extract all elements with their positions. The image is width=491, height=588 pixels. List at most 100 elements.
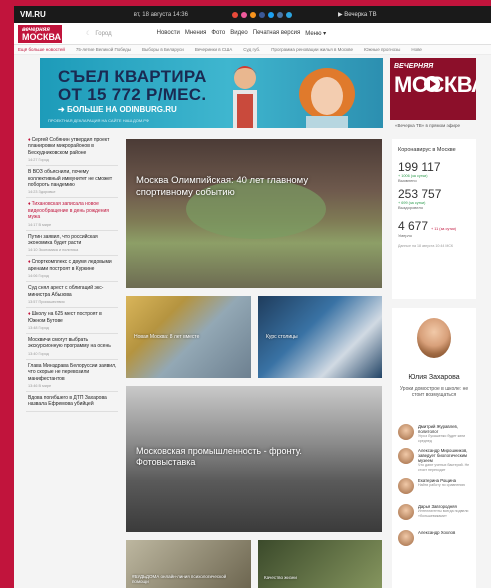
news-item[interactable]: ♦Тихановская записала новое видеообращен…: [26, 198, 118, 231]
vecherka-tv-link[interactable]: ▶ Вечерка ТВ: [338, 11, 377, 18]
news-headline-text: Тихановская записала новое видеообращени…: [28, 201, 110, 221]
tile-title: Новая Москва: 8 лет вместе: [134, 334, 200, 340]
tag-item[interactable]: Ещё больше новостей: [18, 47, 65, 52]
vecherka-tv-label: Вечерка ТВ: [344, 12, 377, 18]
main-story[interactable]: Москва Олимпийская: 40 лет главному спор…: [126, 139, 382, 288]
vecherka-tv-player[interactable]: ВЕЧЕРНЯЯ МОСКВА: [390, 58, 476, 120]
news-headline-text: Школу на 625 мест построят в Южном Бутов…: [28, 311, 102, 324]
nav-opinions[interactable]: Мнения: [185, 30, 207, 37]
vk-icon[interactable]: [276, 11, 283, 18]
tag-item[interactable]: Нове: [411, 47, 422, 52]
twitter-icon[interactable]: [267, 11, 274, 18]
news-headline-text: В ВОЗ объяснили, почему коллективный имм…: [28, 169, 113, 189]
news-meta: 13:57 Происшествия: [28, 300, 65, 305]
photo-story-title: Московская промышленность - фронту. Фото…: [136, 446, 302, 467]
columnists-widget: Юлия Захарова Уроки домострое в школе: н…: [392, 308, 476, 588]
city-selector[interactable]: ☾ Город: [86, 30, 112, 37]
avatar: [398, 424, 414, 440]
news-item[interactable]: Москвичи смогут выбрать экскурсионную пр…: [26, 334, 118, 360]
photo-exhibition-story[interactable]: Московская промышленность - фронту. Фото…: [126, 386, 382, 532]
story-tile-quality[interactable]: Качество жизни: [258, 540, 382, 588]
story-tile-capital[interactable]: Курс столицы: [258, 296, 382, 378]
news-meta: 14:17 В мире: [28, 222, 52, 227]
moon-icon: ☾: [86, 31, 92, 37]
news-headline: Глава Минздрава Белоруссии заявил, что с…: [28, 363, 118, 382]
tag-item[interactable]: Вечеринки в США: [195, 47, 232, 52]
columnist-name[interactable]: Юлия Захарова: [392, 374, 476, 381]
news-headline: ♦Тихановская записала новое видеообращен…: [28, 201, 118, 220]
story-tile-new-moscow[interactable]: Новая Москва: 8 лет вместе: [126, 296, 251, 378]
covid-recovered-label: Выздоровело: [398, 205, 424, 210]
avatar[interactable]: [417, 318, 451, 358]
columnist-item[interactable]: Александр Хохлов: [398, 530, 474, 546]
columnist-item-name: Александр Мирошников, заведует биологиче…: [418, 448, 468, 463]
columnist-quote[interactable]: Уроки домострое в школе: не стоит возмущ…: [398, 386, 470, 398]
facebook-icon[interactable]: [258, 11, 265, 18]
news-meta: 14:23 Здоровье: [28, 190, 56, 195]
nav-photo[interactable]: Фото: [211, 30, 225, 37]
main-story-title: Москва Олимпийская: 40 лет главному спор…: [136, 175, 309, 198]
play-icon[interactable]: [424, 76, 440, 92]
news-headline: Москвичи смогут выбрать экскурсионную пр…: [28, 337, 118, 350]
nav-news[interactable]: Новости: [157, 30, 180, 37]
instagram-icon[interactable]: [240, 11, 247, 18]
avatar: [398, 530, 414, 546]
vm-tv-caption[interactable]: «Вечерка ТВ» в прямом эфире: [395, 123, 460, 128]
covid-cases-label: Выявлено: [398, 178, 417, 183]
ad-person-image: [233, 66, 257, 128]
chevron-down-icon: ▾: [323, 31, 327, 37]
news-headline: Вдова погибшего в ДТП Захарова назвала Е…: [28, 395, 118, 408]
news-headline: Путин заявил, что российская экономика б…: [28, 234, 118, 247]
ad-banner[interactable]: СЪЕЛ КВАРТИРА ОТ 15 772 Р/МЕС. ➜ БОЛЬШЕ …: [40, 58, 383, 128]
ok-icon[interactable]: [249, 11, 256, 18]
story-tile-stay-home[interactable]: #БУДЬДОМА онлайн-линия психологической п…: [126, 540, 251, 588]
news-item[interactable]: ♦Спорткомплекс с двумя ледовыми аренами …: [26, 256, 118, 283]
tag-item[interactable]: Программа реновации жилья в Москве: [271, 47, 353, 52]
tag-item[interactable]: Суд губ.: [243, 47, 260, 52]
tag-item[interactable]: 75-летие Великой Победы: [76, 47, 131, 52]
avatar: [398, 504, 414, 520]
news-meta: 14:06 Город: [28, 274, 49, 279]
news-item[interactable]: Глава Минздрава Белоруссии заявил, что с…: [26, 360, 118, 392]
news-item[interactable]: ♦Школу на 625 мест построят в Южном Буто…: [26, 308, 118, 334]
covid-recovered: 253 757: [398, 187, 442, 201]
nav-menu-label: Меню: [305, 31, 322, 37]
columnist-item[interactable]: Дмитрий Журавлев, политолог Угроз Лукашен…: [398, 424, 474, 443]
tag-item[interactable]: Южные прогнозы: [364, 47, 400, 52]
news-item[interactable]: Вдова погибшего в ДТП Захарова назвала Е…: [26, 392, 118, 412]
bookmark-icon: ♦: [28, 311, 31, 318]
news-feed: ♦ Сергей Собянин утвердил проект планиров…: [26, 134, 118, 412]
news-item[interactable]: Путин заявил, что российская экономика б…: [26, 231, 118, 257]
tag-item[interactable]: Выборы в Беларуси: [142, 47, 184, 52]
covid-deaths-label: Умерло: [398, 233, 413, 238]
columnist-item-desc: Что дают ученых бактерий. Не стоит перех…: [418, 463, 470, 472]
nav-print[interactable]: Печатная версия: [253, 30, 301, 37]
news-headline: ♦Сергей Собянин утвердил проект планиров…: [28, 137, 118, 156]
social-icons: [231, 11, 292, 18]
city-label: Город: [95, 31, 112, 37]
ad-line-2: ОТ 15 772 Р/МЕС.: [58, 85, 207, 104]
columnist-item[interactable]: Дарья Завгородняя Интеллигенты всегда под…: [398, 504, 474, 520]
news-meta: 14:27 Город: [28, 158, 49, 163]
news-headline: Суд снял арест с облигаций экс-министра …: [28, 285, 118, 298]
telegram-icon[interactable]: [285, 11, 292, 18]
news-item[interactable]: Суд снял арест с облигаций экс-министра …: [26, 282, 118, 309]
columnist-item[interactable]: Александр Мирошников, заведует биологиче…: [398, 448, 474, 472]
news-headline-text: Суд снял арест с облигаций экс-министра …: [28, 285, 104, 298]
youtube-icon[interactable]: [231, 11, 238, 18]
covid-cases: 199 117: [398, 160, 441, 174]
covid-widget[interactable]: Коронавирус в Москве 199 117 + 1006 (за …: [392, 139, 476, 299]
covid-deaths: 4 677: [398, 219, 429, 233]
logo-bottom: МОСКВА: [22, 31, 62, 42]
site-logo[interactable]: вечерняя МОСКВА: [18, 24, 62, 43]
news-item[interactable]: ♦Сергей Собянин утвердил проект планиров…: [26, 134, 118, 167]
covid-title: Коронавирус в Москве: [398, 147, 456, 153]
nav-video[interactable]: Видео: [230, 30, 248, 37]
tag-strip: Ещё больше новостей 75-летие Великой Поб…: [14, 45, 491, 55]
news-headline: ♦Школу на 625 мест построят в Южном Буто…: [28, 311, 118, 324]
news-headline-text: Спорткомплекс с двумя ледовыми аренами п…: [28, 259, 112, 272]
columnist-item[interactable]: Екатерина Рощина Найти работу по сравнени…: [398, 478, 474, 494]
site-brand[interactable]: VM.RU: [20, 10, 46, 19]
news-item[interactable]: В ВОЗ объяснили, почему коллективный имм…: [26, 166, 118, 199]
nav-menu[interactable]: Меню ▾: [305, 30, 326, 37]
